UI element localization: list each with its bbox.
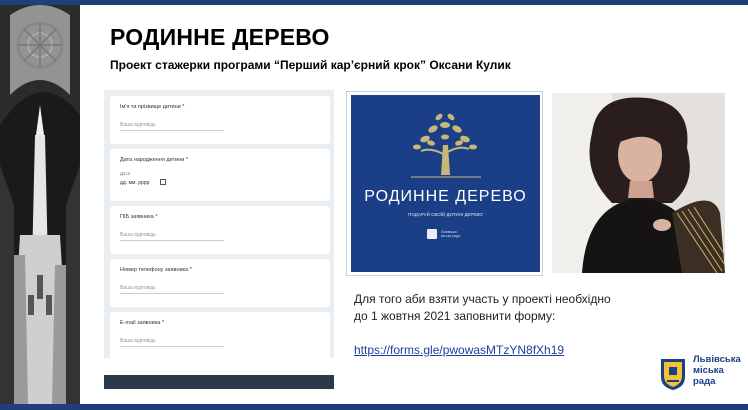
top-accent-bar bbox=[0, 0, 748, 5]
form-field-phone: Номер телефону заявника * Ваша відповідь bbox=[110, 259, 330, 307]
family-tree-logo: РОДИННЕ ДЕРЕВО ПОДАРУЙ СВОЇЙ ДИТИНІ ДЕРЕ… bbox=[351, 95, 540, 272]
cathedral-photo bbox=[0, 5, 80, 404]
answer-input[interactable]: Ваша відповідь bbox=[120, 122, 224, 131]
date-label: Дата bbox=[120, 171, 130, 176]
registration-form-screenshot: Ім'я та прізвище дитини * Ваша відповідь… bbox=[104, 90, 334, 358]
field-label: ПІБ заявника * bbox=[120, 214, 158, 220]
city-line1: Львівська bbox=[693, 354, 741, 365]
logo-small-text: Львівська міська рада bbox=[441, 230, 461, 238]
logo-tagline: ПОДАРУЙ СВОЇЙ ДИТИНІ ДЕРЕВО bbox=[408, 212, 483, 217]
form-footer-bar bbox=[104, 375, 334, 389]
tree-logo bbox=[411, 113, 481, 178]
bottom-accent-bar bbox=[0, 404, 748, 410]
field-label: Ім'я та прізвище дитини * bbox=[120, 104, 185, 110]
form-field-email: E-mail заявника * Ваша відповідь bbox=[110, 312, 330, 358]
form-link[interactable]: https://forms.gle/pwowasMTzYN8fXh19 bbox=[354, 343, 564, 357]
field-label: E-mail заявника * bbox=[120, 320, 164, 326]
field-label: Дата народження дитини * bbox=[120, 157, 188, 163]
info-text-line2: до 1 жовтня 2021 заповнити форму: bbox=[354, 309, 556, 323]
form-field-birth-date: Дата народження дитини * Дата дд. мм. рр… bbox=[110, 149, 330, 201]
portrait-photo bbox=[552, 93, 725, 273]
answer-input[interactable]: Ваша відповідь bbox=[120, 285, 224, 294]
calendar-icon[interactable] bbox=[160, 179, 166, 185]
logo-title: РОДИННЕ ДЕРЕВО bbox=[364, 188, 527, 205]
info-text-line1: Для того аби взяти участь у проекті необ… bbox=[354, 292, 611, 306]
lviv-seal-icon bbox=[427, 229, 437, 239]
city-line3: рада bbox=[693, 376, 716, 387]
date-input[interactable]: дд. мм. рррр bbox=[120, 180, 149, 186]
form-field-child-name: Ім'я та прізвище дитини * Ваша відповідь bbox=[110, 96, 330, 144]
form-field-applicant-name: ПІБ заявника * Ваша відповідь bbox=[110, 206, 330, 254]
page-subtitle: Проект стажерки програми “Перший кар’єрн… bbox=[110, 58, 511, 72]
city-council-label: Львівська міська рада bbox=[693, 354, 741, 387]
answer-input[interactable]: Ваша відповідь bbox=[120, 232, 224, 241]
answer-input[interactable]: Ваша відповідь bbox=[120, 338, 224, 347]
city-line2: міська bbox=[693, 365, 724, 376]
page-title: РОДИННЕ ДЕРЕВО bbox=[110, 24, 330, 50]
field-label: Номер телефону заявника * bbox=[120, 267, 192, 273]
coat-of-arms-icon bbox=[659, 357, 687, 391]
